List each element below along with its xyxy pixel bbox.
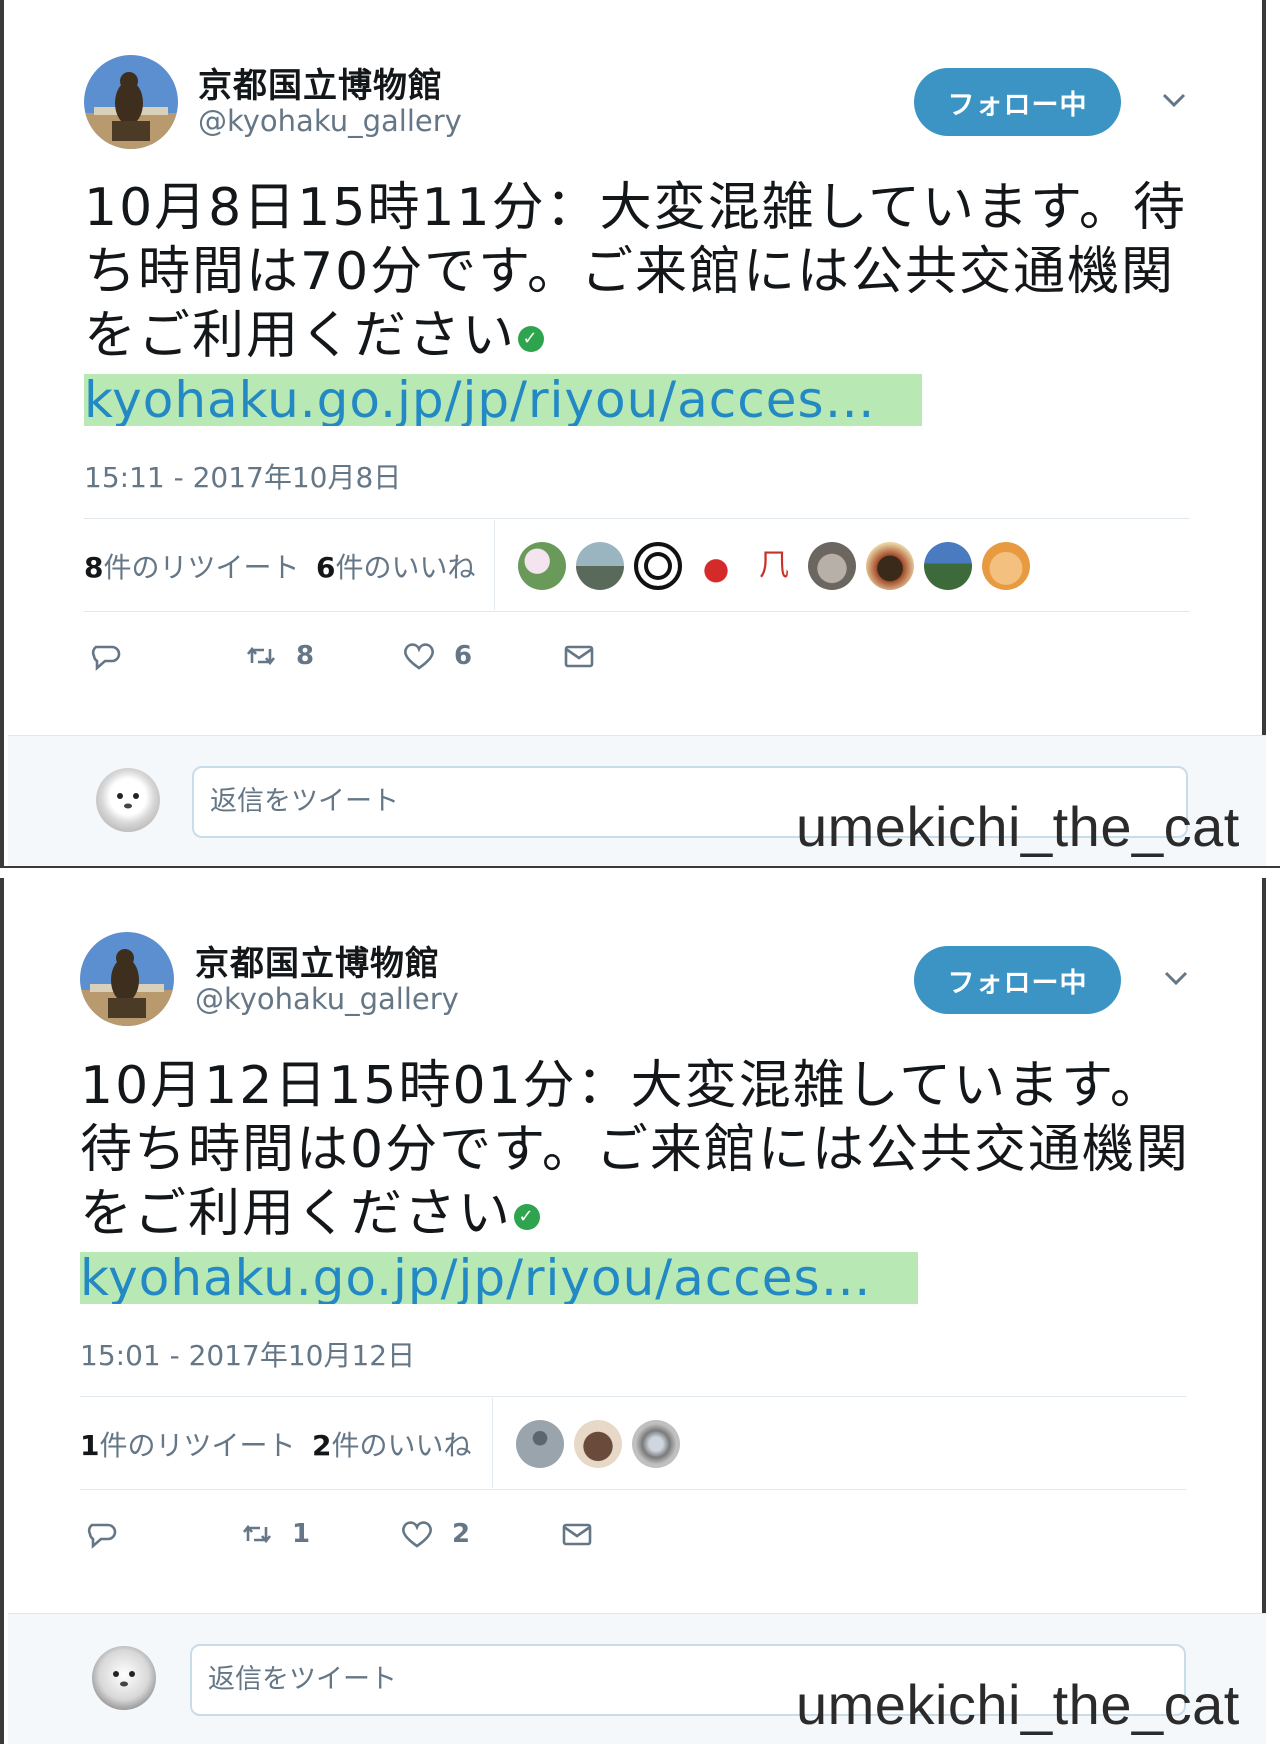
liker-avatar[interactable]: [576, 542, 624, 590]
account-handle[interactable]: @kyohaku_gallery: [198, 104, 462, 138]
divider: [494, 520, 495, 610]
heart-icon: [402, 1521, 432, 1548]
liker-avatar[interactable]: [516, 1420, 564, 1468]
account-handle[interactable]: @kyohaku_gallery: [195, 982, 459, 1016]
liker-avatar[interactable]: [518, 542, 566, 590]
liker-avatar[interactable]: ⺇: [750, 542, 798, 590]
retweet-action-count: 1: [292, 1519, 311, 1549]
liker-avatar[interactable]: [692, 542, 740, 590]
tweet-timestamp[interactable]: 15:01 - 2017年10月12日: [80, 1334, 415, 1374]
liker-avatar[interactable]: [632, 1420, 680, 1468]
divider: [492, 1398, 493, 1488]
chevron-down-icon[interactable]: [1160, 90, 1188, 110]
retweet-action-count: 8: [296, 641, 315, 671]
retweet-stat[interactable]: 8件のリツイート: [84, 546, 300, 586]
like-stat[interactable]: 2件のいいね: [312, 1424, 472, 1464]
like-action[interactable]: 6: [402, 638, 472, 674]
tweet-text: 10月12日15時01分：大変混雑しています。待ち時間は0分です。ご来館には公共…: [80, 1054, 1190, 1246]
tweet-body: 10月8日15時11分：大変混雑しています。待ち時間は70分です。ご来館には公共…: [84, 178, 1187, 366]
tweet-panel-1: 京都国立博物館 @kyohaku_gallery フォロー中 10月8日15時1…: [0, 0, 1280, 866]
tweet-body: 10月12日15時01分：大変混雑しています。待ち時間は0分です。ご来館には公共…: [80, 1056, 1190, 1244]
liker-avatar[interactable]: [808, 542, 856, 590]
retweet-label: 件のリツイート: [103, 551, 300, 584]
tweet-text: 10月8日15時11分：大変混雑しています。待ち時間は70分です。ご来館には公共…: [84, 176, 1194, 368]
liker-avatar[interactable]: [634, 542, 682, 590]
like-count: 6: [316, 551, 336, 584]
like-action-count: 6: [454, 641, 473, 671]
retweet-label: 件のリツイート: [99, 1429, 296, 1462]
liker-avatar[interactable]: [982, 542, 1030, 590]
following-button[interactable]: フォロー中: [914, 68, 1121, 136]
divider: [84, 611, 1190, 612]
liker-avatar[interactable]: [924, 542, 972, 590]
check-mark-icon: ✓: [518, 326, 545, 352]
divider: [84, 518, 1190, 519]
reply-icon: [91, 645, 121, 671]
retweet-count: 1: [80, 1429, 100, 1462]
account-avatar[interactable]: [84, 55, 178, 149]
tweet-link[interactable]: kyohaku.go.jp/jp/riyou/acces…: [84, 374, 922, 426]
account-name[interactable]: 京都国立博物館: [198, 58, 443, 107]
user-avatar[interactable]: [92, 1646, 156, 1710]
check-mark-icon: ✓: [514, 1204, 541, 1230]
divider: [80, 1489, 1186, 1490]
reply-action[interactable]: [84, 1516, 118, 1552]
like-label: 件のいいね: [331, 1429, 472, 1462]
divider: [80, 1396, 1186, 1397]
like-label: 件のいいね: [335, 551, 476, 584]
retweet-action[interactable]: 1: [240, 1516, 310, 1552]
reply-icon: [87, 1523, 117, 1549]
watermark: umekichi_the_cat: [796, 1673, 1240, 1736]
liker-avatars: [516, 1420, 680, 1472]
retweet-stat[interactable]: 1件のリツイート: [80, 1424, 296, 1464]
retweet-icon: [242, 1524, 272, 1544]
user-avatar[interactable]: [96, 768, 160, 832]
envelope-icon: [562, 1523, 592, 1546]
account-name[interactable]: 京都国立博物館: [195, 936, 440, 985]
like-action[interactable]: 2: [400, 1516, 470, 1552]
tweet-timestamp[interactable]: 15:11 - 2017年10月8日: [84, 456, 401, 496]
envelope-icon: [564, 645, 594, 668]
like-action-count: 2: [452, 1519, 471, 1549]
retweet-icon: [246, 646, 276, 666]
message-action[interactable]: [562, 638, 596, 674]
like-count: 2: [312, 1429, 332, 1462]
like-stat[interactable]: 6件のいいね: [316, 546, 476, 586]
following-button[interactable]: フォロー中: [914, 946, 1121, 1014]
account-avatar[interactable]: [80, 932, 174, 1026]
tweet-panel-2: 京都国立博物館 @kyohaku_gallery フォロー中 10月12日15時…: [0, 878, 1280, 1744]
retweet-action[interactable]: 8: [244, 638, 314, 674]
liker-avatars: ⺇: [518, 542, 1030, 594]
liker-avatar[interactable]: [866, 542, 914, 590]
chevron-down-icon[interactable]: [1162, 968, 1190, 988]
message-action[interactable]: [560, 1516, 594, 1552]
reply-action[interactable]: [88, 638, 122, 674]
heart-icon: [404, 643, 434, 670]
liker-avatar[interactable]: [574, 1420, 622, 1468]
tweet-link[interactable]: kyohaku.go.jp/jp/riyou/acces…: [80, 1252, 918, 1304]
retweet-count: 8: [84, 551, 104, 584]
watermark: umekichi_the_cat: [796, 795, 1240, 858]
